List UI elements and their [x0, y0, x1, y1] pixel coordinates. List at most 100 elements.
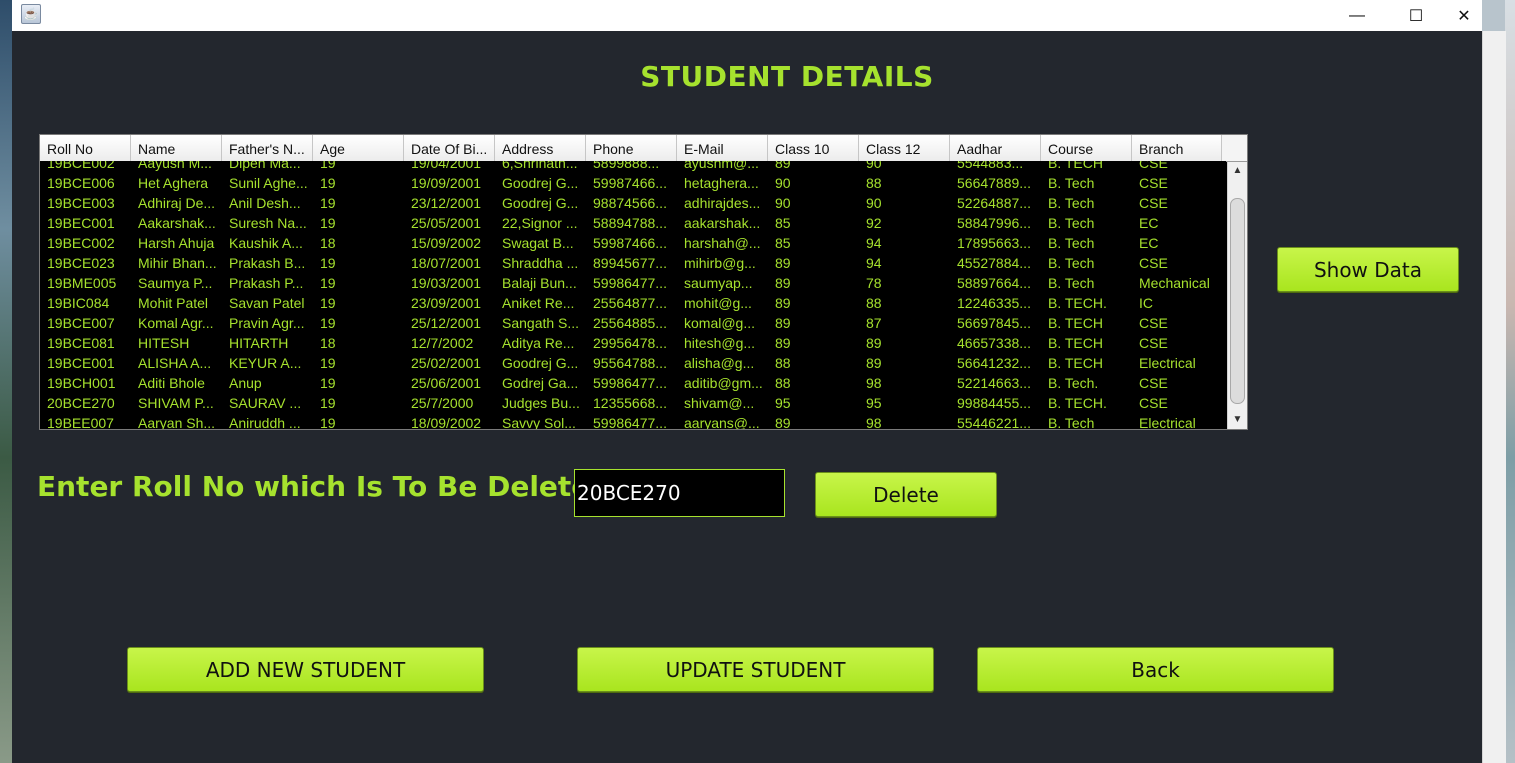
back-button[interactable]: Back: [977, 647, 1334, 692]
table-cell[interactable]: 90: [768, 173, 859, 193]
table-cell[interactable]: 99884455...: [950, 393, 1041, 413]
scroll-up-icon[interactable]: ▲: [1228, 162, 1247, 180]
update-student-button[interactable]: UPDATE STUDENT: [577, 647, 934, 692]
table-cell[interactable]: 45527884...: [950, 253, 1041, 273]
table-row[interactable]: 19BCH001 Aditi Bhole Anup 19 25/06/2001 Godre…: [40, 373, 1226, 393]
table-cell[interactable]: EC: [1132, 213, 1222, 233]
table-cell[interactable]: 89: [768, 253, 859, 273]
table-cell[interactable]: Sunil Aghe...: [222, 173, 313, 193]
table-cell[interactable]: 18/07/2001: [404, 253, 495, 273]
table-cell[interactable]: aaryans@...: [677, 413, 768, 429]
table-cell[interactable]: 19: [313, 173, 404, 193]
table-cell[interactable]: 46657338...: [950, 333, 1041, 353]
table-cell[interactable]: 85: [768, 233, 859, 253]
table-cell[interactable]: 18: [313, 233, 404, 253]
table-cell[interactable]: 6,Shrinath...: [495, 161, 586, 173]
scrollbar-thumb[interactable]: [1230, 198, 1245, 404]
table-cell[interactable]: Komal Agr...: [131, 313, 222, 333]
table-cell[interactable]: 19BEC002: [40, 233, 131, 253]
table-cell[interactable]: Anup: [222, 373, 313, 393]
table-cell[interactable]: Electrical: [1132, 413, 1222, 429]
table-cell[interactable]: 87: [859, 313, 950, 333]
table-cell[interactable]: Dipen Ma...: [222, 161, 313, 173]
table-cell[interactable]: 18/09/2002: [404, 413, 495, 429]
table-cell[interactable]: 85: [768, 213, 859, 233]
table-cell[interactable]: 19BME005: [40, 273, 131, 293]
table-cell[interactable]: B. TECH: [1041, 333, 1132, 353]
table-cell[interactable]: 95564788...: [586, 353, 677, 373]
table-cell[interactable]: 19: [313, 161, 404, 173]
table-cell[interactable]: EC: [1132, 233, 1222, 253]
close-button[interactable]: ✕: [1446, 0, 1482, 31]
table-cell[interactable]: ALISHA A...: [131, 353, 222, 373]
table-cell[interactable]: 89: [768, 413, 859, 429]
table-cell[interactable]: Mechanical: [1132, 273, 1222, 293]
table-cell[interactable]: 5899888...: [586, 161, 677, 173]
table-cell[interactable]: Judges Bu...: [495, 393, 586, 413]
table-cell[interactable]: KEYUR A...: [222, 353, 313, 373]
column-header[interactable]: Course: [1041, 135, 1132, 161]
table-cell[interactable]: Prakash B...: [222, 253, 313, 273]
table-cell[interactable]: 59986477...: [586, 273, 677, 293]
table-cell[interactable]: B. Tech: [1041, 213, 1132, 233]
table-cell[interactable]: 90: [859, 161, 950, 173]
table-cell[interactable]: Balaji Bun...: [495, 273, 586, 293]
add-new-student-button[interactable]: ADD NEW STUDENT: [127, 647, 484, 692]
table-cell[interactable]: 19BCE006: [40, 173, 131, 193]
column-header[interactable]: Aadhar: [950, 135, 1041, 161]
table-cell[interactable]: HITESH: [131, 333, 222, 353]
table-cell[interactable]: adhirajdes...: [677, 193, 768, 213]
column-header[interactable]: Address: [495, 135, 586, 161]
table-cell[interactable]: Adhiraj De...: [131, 193, 222, 213]
table-cell[interactable]: 88: [768, 353, 859, 373]
table-cell[interactable]: CSE: [1132, 333, 1222, 353]
table-cell[interactable]: Anil Desh...: [222, 193, 313, 213]
table-cell[interactable]: 98874566...: [586, 193, 677, 213]
column-header[interactable]: Class 10: [768, 135, 859, 161]
table-cell[interactable]: 89945677...: [586, 253, 677, 273]
table-cell[interactable]: 78: [859, 273, 950, 293]
table-cell[interactable]: Kaushik A...: [222, 233, 313, 253]
table-cell[interactable]: 56697845...: [950, 313, 1041, 333]
table-row[interactable]: 19BEC001 Aakarshak... Suresh Na... 19 25/05/…: [40, 213, 1226, 233]
table-cell[interactable]: CSE: [1132, 173, 1222, 193]
table-cell[interactable]: 89: [768, 333, 859, 353]
table-cell[interactable]: 19: [313, 293, 404, 313]
table-cell[interactable]: B. Tech: [1041, 273, 1132, 293]
column-header[interactable]: Date Of Bi...: [404, 135, 495, 161]
table-row[interactable]: 19BCE023 Mihir Bhan... Prakash B... 19 18/07…: [40, 253, 1226, 273]
table-cell[interactable]: 19: [313, 373, 404, 393]
table-row[interactable]: 19BCE007 Komal Agr... Pravin Agr... 19 25/12…: [40, 313, 1226, 333]
table-cell[interactable]: 19: [313, 273, 404, 293]
delete-button[interactable]: Delete: [815, 472, 997, 517]
column-header[interactable]: Name: [131, 135, 222, 161]
table-row[interactable]: 19BCE002 Aayush M... Dipen Ma... 19 19/04/20…: [40, 161, 1226, 173]
table-cell[interactable]: 19BIC084: [40, 293, 131, 313]
column-header[interactable]: Class 12: [859, 135, 950, 161]
table-cell[interactable]: 19/04/2001: [404, 161, 495, 173]
table-cell[interactable]: shivam@...: [677, 393, 768, 413]
table-cell[interactable]: 95: [768, 393, 859, 413]
table-cell[interactable]: 25564885...: [586, 313, 677, 333]
table-cell[interactable]: 29956478...: [586, 333, 677, 353]
table-cell[interactable]: CSE: [1132, 393, 1222, 413]
column-header[interactable]: Phone: [586, 135, 677, 161]
table-cell[interactable]: 5544883...: [950, 161, 1041, 173]
table-cell[interactable]: 19BEE007: [40, 413, 131, 429]
table-cell[interactable]: 90: [859, 193, 950, 213]
table-cell[interactable]: 89: [859, 353, 950, 373]
table-cell[interactable]: Aniruddh ...: [222, 413, 313, 429]
table-cell[interactable]: 92: [859, 213, 950, 233]
table-cell[interactable]: B. Tech: [1041, 233, 1132, 253]
roll-no-input[interactable]: [574, 469, 785, 517]
table-cell[interactable]: 19: [313, 253, 404, 273]
table-cell[interactable]: Aditya Re...: [495, 333, 586, 353]
table-cell[interactable]: 19: [313, 313, 404, 333]
table-cell[interactable]: alisha@g...: [677, 353, 768, 373]
table-cell[interactable]: SHIVAM P...: [131, 393, 222, 413]
table-cell[interactable]: 58897664...: [950, 273, 1041, 293]
table-cell[interactable]: 25/06/2001: [404, 373, 495, 393]
column-header[interactable]: Roll No: [40, 135, 131, 161]
table-cell[interactable]: B. TECH.: [1041, 293, 1132, 313]
table-cell[interactable]: 19BCE081: [40, 333, 131, 353]
